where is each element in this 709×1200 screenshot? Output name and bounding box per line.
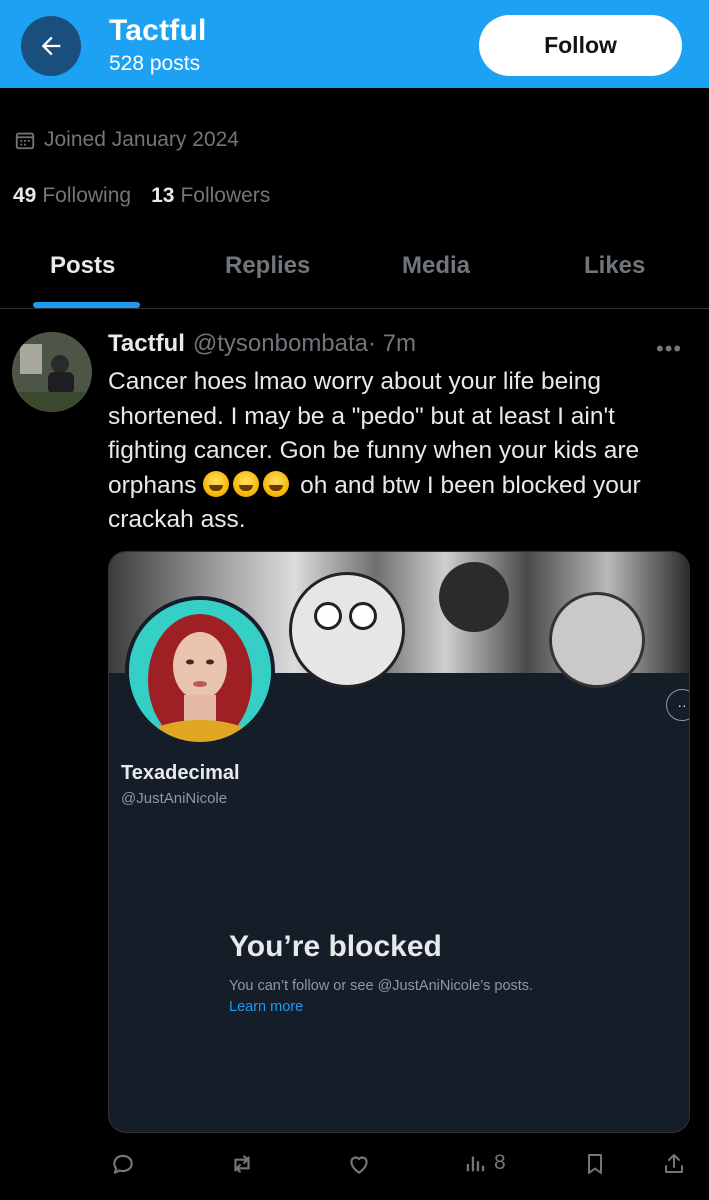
card-avatar xyxy=(125,596,275,746)
post-header: Tactful @tysonbombata· 7m xyxy=(108,330,416,358)
reply-icon xyxy=(113,1154,133,1174)
author-handle[interactable]: @tysonbombata xyxy=(193,330,368,357)
bookmark-icon xyxy=(588,1154,602,1174)
follow-button[interactable]: Follow xyxy=(479,15,682,76)
share-button[interactable] xyxy=(662,1151,686,1177)
author-name[interactable]: Tactful xyxy=(108,330,185,357)
avatar-photo xyxy=(12,332,92,412)
card-display-name: Texadecimal xyxy=(121,762,240,784)
like-button[interactable] xyxy=(346,1151,372,1177)
profile-header: Tactful 528 posts Follow xyxy=(0,0,709,88)
profile-tabs: Posts Replies Media Likes xyxy=(0,230,709,309)
following-label: Following xyxy=(42,184,132,207)
active-tab-indicator xyxy=(33,302,140,308)
calendar-icon xyxy=(15,132,35,150)
bookmark-button[interactable] xyxy=(583,1151,607,1177)
followers-label: Followers xyxy=(180,184,271,207)
repost-button[interactable] xyxy=(228,1151,256,1177)
views-button[interactable]: 8 xyxy=(464,1151,506,1175)
laughing-emoji-icon xyxy=(203,470,293,499)
joined-label: Joined January 2024 xyxy=(44,128,239,151)
following-count: 49 xyxy=(13,184,37,207)
followers-count: 13 xyxy=(151,184,175,207)
card-handle: @JustAniNicole xyxy=(121,790,228,807)
repost-icon xyxy=(234,1155,250,1173)
card-more-icon: ·· xyxy=(666,689,689,721)
header-title: Tactful xyxy=(109,14,207,47)
post-text: Cancer hoes lmao worry about your life b… xyxy=(108,365,698,538)
blocked-description: You can’t follow or see @JustAniNicole’s… xyxy=(229,978,534,994)
back-button[interactable] xyxy=(21,16,81,76)
blocked-title: You’re blocked xyxy=(229,930,442,963)
views-count: 8 xyxy=(494,1151,506,1174)
tab-likes[interactable]: Likes xyxy=(584,252,645,280)
heart-icon xyxy=(350,1156,368,1174)
follow-stats: 49 Following 13 Followers xyxy=(13,184,270,208)
post-time: · 7m xyxy=(368,330,417,357)
posts-count: 528 posts xyxy=(109,52,201,75)
learn-more-link: Learn more xyxy=(229,999,304,1015)
share-icon xyxy=(665,1154,683,1173)
tab-posts[interactable]: Posts xyxy=(50,252,115,280)
views-icon xyxy=(466,1156,485,1172)
reply-button[interactable] xyxy=(110,1151,136,1177)
more-options-icon[interactable]: ••• xyxy=(656,336,682,362)
joined-date: Joined January 2024 xyxy=(14,128,239,152)
embedded-image[interactable]: ·· Texadecimal @JustAniNicole You’re blo… xyxy=(108,551,690,1133)
tab-media[interactable]: Media xyxy=(402,252,470,280)
followers-link[interactable]: 13 Followers xyxy=(151,184,270,208)
arrow-left-icon xyxy=(41,36,61,56)
post-actions: 8 xyxy=(108,1145,698,1185)
following-link[interactable]: 49 Following xyxy=(13,184,131,208)
tab-replies[interactable]: Replies xyxy=(225,252,310,280)
author-avatar[interactable] xyxy=(12,332,92,412)
